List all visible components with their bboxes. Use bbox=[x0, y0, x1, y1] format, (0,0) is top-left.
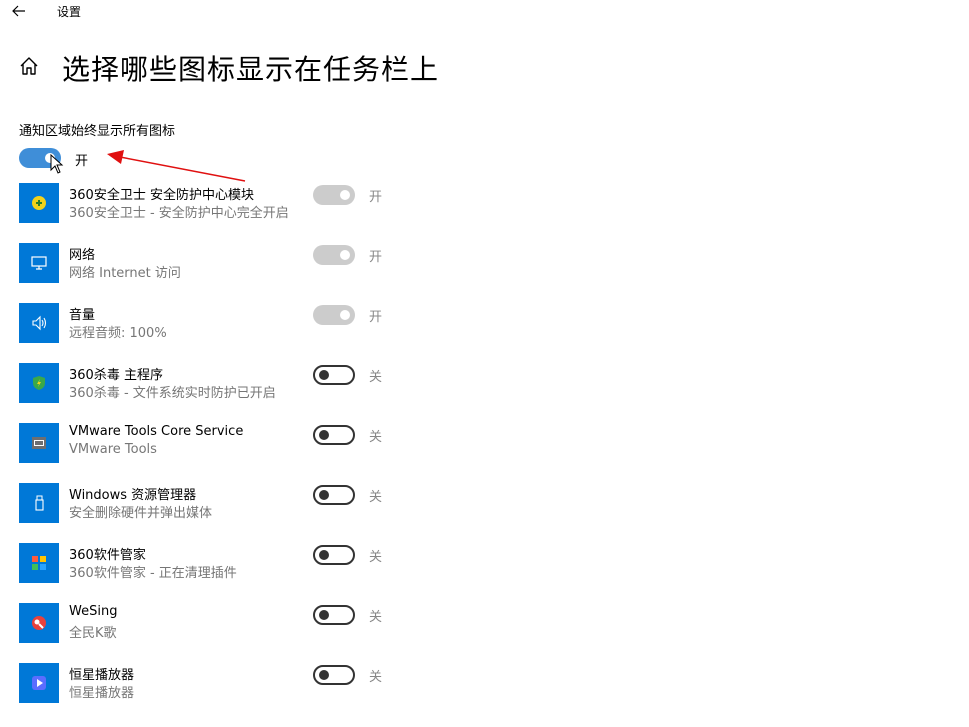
360-shield-icon bbox=[19, 183, 59, 223]
app-name: 360安全卫士 安全防护中心模块 bbox=[69, 188, 254, 203]
app-toggle[interactable] bbox=[313, 545, 355, 565]
360-antivirus-icon bbox=[19, 363, 59, 403]
mouse-cursor-icon bbox=[50, 154, 64, 174]
toggle-knob bbox=[319, 490, 329, 500]
back-arrow-icon[interactable] bbox=[10, 2, 28, 20]
app-name: 360软件管家 bbox=[69, 548, 146, 563]
app-name: 360杀毒 主程序 bbox=[69, 368, 163, 383]
toggle-knob bbox=[340, 190, 350, 200]
master-toggle-state: 开 bbox=[75, 154, 89, 169]
app-toggle-state: 开 bbox=[369, 250, 383, 265]
player-icon bbox=[19, 663, 59, 703]
toggle-knob bbox=[340, 310, 350, 320]
app-description: 360软件管家 - 正在清理插件 bbox=[69, 566, 237, 581]
app-row: 360安全卫士 安全防护中心模块 360安全卫士 - 安全防护中心完全开启 开 bbox=[19, 183, 399, 225]
app-name: 音量 bbox=[69, 308, 96, 323]
app-description: 360安全卫士 - 安全防护中心完全开启 bbox=[69, 206, 289, 221]
usb-eject-icon bbox=[19, 483, 59, 523]
app-toggle-state: 关 bbox=[369, 430, 383, 445]
app-description: 全民K歌 bbox=[69, 626, 117, 641]
app-toggle-state: 关 bbox=[369, 610, 383, 625]
app-name: 恒星播放器 bbox=[69, 668, 135, 683]
app-name: VMware Tools Core Service bbox=[69, 424, 244, 439]
app-description: 网络 Internet 访问 bbox=[69, 266, 181, 281]
network-icon bbox=[19, 243, 59, 283]
app-row: 360软件管家 360软件管家 - 正在清理插件 关 bbox=[19, 543, 399, 585]
360-software-manager-icon bbox=[19, 543, 59, 583]
app-row: VMware Tools Core Service VMware Tools 关 bbox=[19, 423, 399, 465]
app-toggle-state: 关 bbox=[369, 550, 383, 565]
app-toggle[interactable] bbox=[313, 665, 355, 685]
app-description: 恒星播放器 bbox=[69, 686, 135, 701]
app-toggle-state: 开 bbox=[369, 310, 383, 325]
app-name: 网络 bbox=[69, 248, 96, 263]
app-toggle-state: 关 bbox=[369, 670, 383, 685]
app-toggle[interactable] bbox=[313, 365, 355, 385]
app-toggle[interactable] bbox=[313, 185, 355, 205]
window-title: 设置 bbox=[57, 5, 82, 19]
toggle-knob bbox=[319, 670, 329, 680]
app-toggle-state: 开 bbox=[369, 190, 383, 205]
app-description: 安全删除硬件并弹出媒体 bbox=[69, 506, 213, 521]
toggle-knob bbox=[319, 430, 329, 440]
master-toggle-label: 通知区域始终显示所有图标 bbox=[19, 124, 176, 139]
app-row: WeSing 全民K歌 关 bbox=[19, 603, 399, 645]
page-title: 选择哪些图标显示在任务栏上 bbox=[62, 53, 440, 86]
app-toggle[interactable] bbox=[313, 305, 355, 325]
toggle-knob bbox=[319, 610, 329, 620]
title-bar: 设置 bbox=[0, 0, 969, 24]
app-toggle[interactable] bbox=[313, 605, 355, 625]
app-toggle[interactable] bbox=[313, 245, 355, 265]
app-row: 360杀毒 主程序 360杀毒 - 文件系统实时防护已开启 关 bbox=[19, 363, 399, 405]
volume-icon bbox=[19, 303, 59, 343]
app-toggle-state: 关 bbox=[369, 490, 383, 505]
toggle-knob bbox=[319, 550, 329, 560]
toggle-knob bbox=[319, 370, 329, 380]
app-toggle[interactable] bbox=[313, 425, 355, 445]
app-row: 恒星播放器 恒星播放器 关 bbox=[19, 663, 399, 705]
toggle-knob bbox=[340, 250, 350, 260]
app-toggle-state: 关 bbox=[369, 370, 383, 385]
app-row: 音量 远程音频: 100% 开 bbox=[19, 303, 399, 345]
vmware-icon bbox=[19, 423, 59, 463]
app-toggle[interactable] bbox=[313, 485, 355, 505]
app-name: WeSing bbox=[69, 604, 118, 619]
home-icon[interactable] bbox=[19, 56, 39, 76]
app-description: VMware Tools bbox=[69, 442, 157, 457]
wesing-icon bbox=[19, 603, 59, 643]
app-description: 360杀毒 - 文件系统实时防护已开启 bbox=[69, 386, 276, 401]
app-name: Windows 资源管理器 bbox=[69, 488, 197, 503]
app-row: Windows 资源管理器 安全删除硬件并弹出媒体 关 bbox=[19, 483, 399, 525]
app-description: 远程音频: 100% bbox=[69, 326, 167, 341]
app-row: 网络 网络 Internet 访问 开 bbox=[19, 243, 399, 285]
